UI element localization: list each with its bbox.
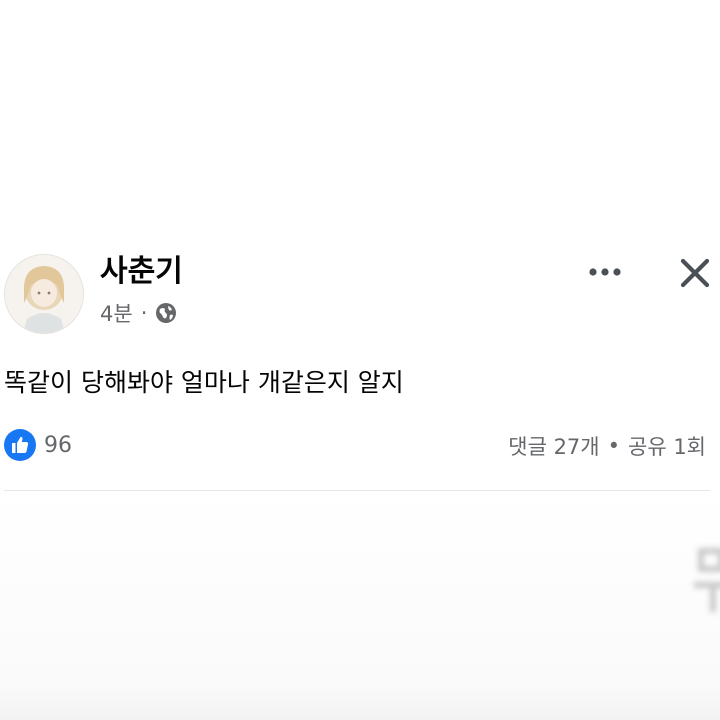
lower-background bbox=[0, 491, 720, 720]
globe-icon bbox=[155, 302, 177, 324]
share-count-link[interactable]: 공유 1회 bbox=[628, 431, 706, 461]
post-time[interactable]: 4분 bbox=[100, 298, 133, 328]
post-screen: 사춘기 4분 · 똑같이 당해봐야 얼마나 개같은지 알지 96 댓글 27개 … bbox=[0, 0, 720, 720]
post-meta: 4분 · bbox=[100, 298, 177, 328]
post-text: 똑같이 당해봐야 얼마나 개같은지 알지 bbox=[4, 368, 404, 397]
more-options-button[interactable] bbox=[584, 256, 626, 288]
reactions-summary[interactable]: 96 bbox=[4, 428, 72, 462]
blurred-shape bbox=[694, 542, 720, 612]
stats-separator: • bbox=[607, 434, 620, 458]
avatar[interactable] bbox=[4, 254, 84, 334]
more-horizontal-icon bbox=[589, 268, 621, 276]
post-header: 사춘기 4분 · bbox=[4, 254, 720, 334]
meta-separator: · bbox=[140, 301, 148, 325]
close-icon bbox=[680, 258, 710, 288]
like-icon bbox=[4, 429, 36, 461]
engagement-stats: 댓글 27개 • 공유 1회 bbox=[508, 430, 706, 462]
close-button[interactable] bbox=[676, 254, 714, 292]
reaction-count: 96 bbox=[44, 432, 72, 458]
avatar-illustration bbox=[5, 255, 83, 333]
comment-count-link[interactable]: 댓글 27개 bbox=[508, 431, 599, 461]
author-name[interactable]: 사춘기 bbox=[100, 254, 183, 290]
